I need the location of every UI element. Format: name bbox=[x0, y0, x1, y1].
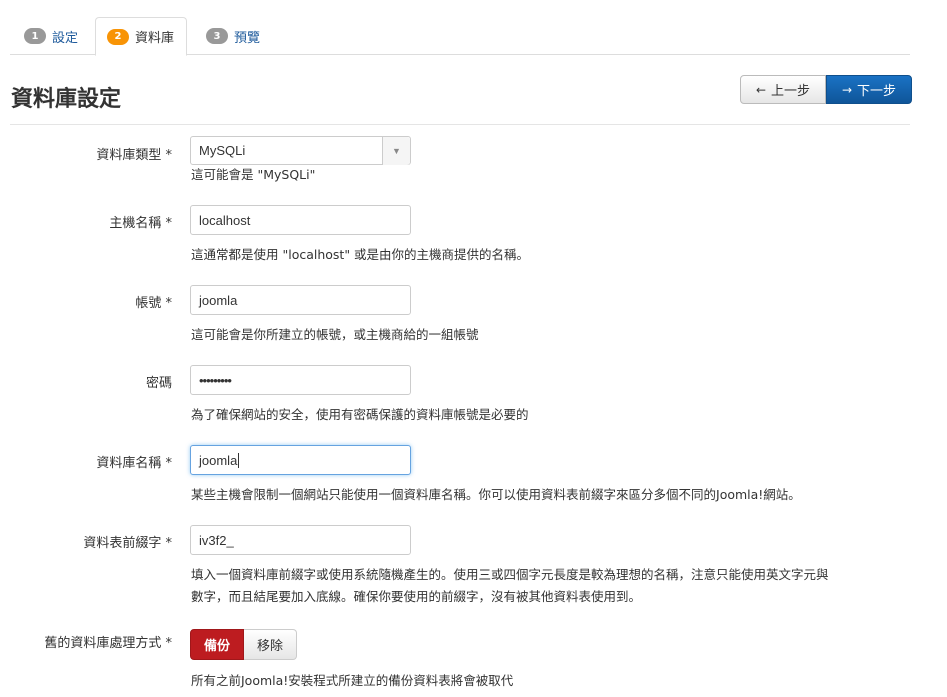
host-label: 主機名稱 * bbox=[109, 216, 172, 231]
db-type-select[interactable]: MySQLi ▼ bbox=[190, 136, 411, 165]
step-number-badge: 1 bbox=[24, 28, 46, 44]
page-title: 資料庫設定 bbox=[11, 87, 122, 112]
db-name-help: 某些主機會限制一個網站只能使用一個資料庫名稱。你可以使用資料表前綴字來區分多個不… bbox=[191, 487, 801, 502]
step-number-badge: 2 bbox=[107, 28, 129, 45]
tab-overview[interactable]: 3 預覽 bbox=[194, 17, 272, 55]
old-db-label: 舊的資料庫處理方式 * bbox=[44, 636, 172, 651]
divider bbox=[10, 124, 910, 125]
tab-label: 設定 bbox=[52, 30, 79, 46]
db-name-value: joomla bbox=[199, 452, 238, 468]
host-help: 這通常都是使用 "localhost" 或是由你的主機商提供的名稱。 bbox=[191, 247, 530, 262]
db-type-label: 資料庫類型 * bbox=[96, 148, 172, 163]
tab-settings[interactable]: 1 設定 bbox=[10, 17, 92, 55]
step-tabs: 1 設定 2 資料庫 3 預覽 bbox=[10, 17, 910, 56]
db-name-input[interactable]: joomla bbox=[190, 445, 411, 475]
host-input[interactable]: localhost bbox=[190, 205, 411, 235]
tab-label: 預覽 bbox=[234, 30, 261, 46]
db-type-help: 這可能會是 "MySQLi" bbox=[191, 167, 316, 182]
prefix-label: 資料表前綴字 * bbox=[83, 536, 172, 551]
remove-option-button[interactable]: 移除 bbox=[244, 629, 298, 660]
old-db-toggle: 備份 移除 bbox=[190, 629, 298, 660]
arrow-left-icon: ← bbox=[755, 82, 767, 97]
db-type-value: MySQLi bbox=[199, 143, 246, 158]
prefix-help-line-1: 填入一個資料庫前綴字或使用系統隨機產生的。使用三或四個字元長度是較為理想的名稱，… bbox=[191, 567, 829, 582]
user-label: 帳號 * bbox=[135, 296, 172, 311]
next-button[interactable]: → 下一步 bbox=[826, 75, 912, 104]
arrow-right-icon: → bbox=[841, 82, 853, 97]
previous-button-label: 上一步 bbox=[771, 84, 811, 99]
backup-option-button[interactable]: 備份 bbox=[190, 629, 245, 660]
tab-label: 資料庫 bbox=[135, 31, 175, 46]
step-navigation: ← 上一步 → 下一步 bbox=[740, 75, 912, 104]
password-input[interactable]: ••••••••• bbox=[190, 365, 411, 395]
tab-database[interactable]: 2 資料庫 bbox=[95, 17, 188, 56]
db-name-label: 資料庫名稱 * bbox=[96, 456, 172, 471]
chevron-down-icon: ▼ bbox=[382, 136, 410, 165]
previous-button[interactable]: ← 上一步 bbox=[740, 75, 826, 104]
next-button-label: 下一步 bbox=[857, 84, 897, 99]
prefix-input[interactable]: iv3f2_ bbox=[190, 525, 411, 555]
text-cursor bbox=[238, 452, 240, 468]
user-input[interactable]: joomla bbox=[190, 285, 411, 315]
old-db-help: 所有之前Joomla!安裝程式所建立的備份資料表將會被取代 bbox=[191, 673, 514, 688]
password-help: 為了確保網站的安全，使用有密碼保護的資料庫帳號是必要的 bbox=[191, 407, 529, 422]
password-label: 密碼 bbox=[145, 376, 172, 391]
user-help: 這可能會是你所建立的帳號，或主機商給的一組帳號 bbox=[191, 327, 479, 342]
step-number-badge: 3 bbox=[206, 28, 228, 44]
prefix-help-line-2: 數字，而且結尾要加入底線。確保你要使用的前綴字，沒有被其他資料表使用到。 bbox=[191, 589, 642, 604]
